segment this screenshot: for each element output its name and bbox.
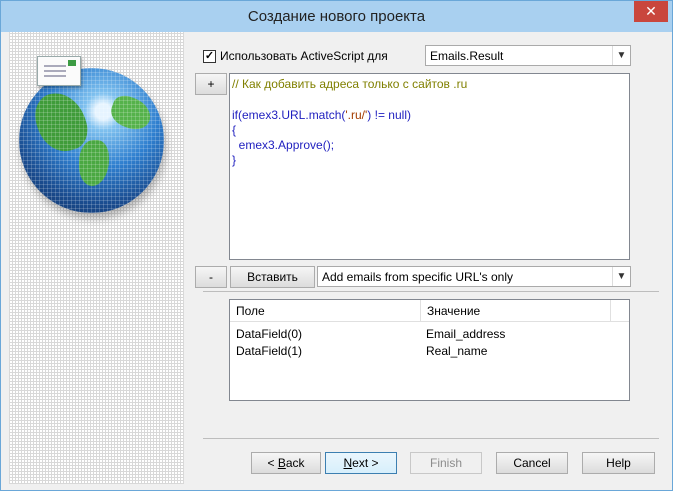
next-button[interactable]: Next > — [325, 452, 397, 474]
script-template-select[interactable]: Add emails from specific URL's only ▼ — [317, 266, 631, 287]
finish-button[interactable]: Finish — [410, 452, 482, 474]
code-line: } — [232, 153, 237, 167]
use-activescript-label: Использовать ActiveScript для — [220, 49, 388, 63]
column-header-value[interactable]: Значение — [420, 300, 610, 322]
use-activescript-option[interactable]: ✓ Использовать ActiveScript для — [203, 47, 388, 65]
insert-button[interactable]: Вставить — [230, 266, 315, 288]
back-label-rest: ack — [285, 456, 305, 470]
table-cell[interactable]: DataField(0) — [236, 326, 302, 343]
column-header-spacer — [610, 300, 629, 322]
string-literal: '.ru/' — [345, 108, 368, 122]
globe-icon — [15, 46, 165, 231]
chevron-down-icon[interactable]: ▼ — [612, 46, 630, 65]
use-activescript-checkbox[interactable]: ✓ — [203, 49, 216, 63]
code-line: if(emex3.URL.match('.ru/') != null) — [232, 108, 411, 122]
script-template-value: Add emails from specific URL's only — [322, 270, 514, 284]
field-mapping-table[interactable]: Поле Значение DataField(0) Email_address… — [229, 299, 630, 401]
target-field-value: Emails.Result — [430, 49, 504, 63]
chevron-down-icon[interactable]: ▼ — [612, 267, 630, 286]
dialog-window: Создание нового проекта ✕ ✓ Использовать… — [0, 0, 673, 491]
divider — [203, 438, 659, 439]
target-field-select[interactable]: Emails.Result ▼ — [425, 45, 631, 66]
table-cell[interactable]: DataField(1) — [236, 343, 302, 360]
table-cell[interactable]: Email_address — [426, 326, 505, 343]
back-label-mnemonic: B — [277, 456, 286, 470]
script-editor[interactable]: // Как добавить адреса только с сайтов .… — [229, 73, 630, 260]
table-cell[interactable]: Real_name — [426, 343, 487, 360]
add-script-button[interactable]: + — [195, 73, 227, 95]
divider — [203, 291, 659, 292]
next-label-rest: ext > — [352, 456, 379, 470]
title-bar: Создание нового проекта ✕ — [1, 1, 672, 32]
back-label-prefix: < — [267, 456, 278, 470]
code-line: emex3.Approve(); — [232, 138, 335, 152]
remove-script-button[interactable]: - — [195, 266, 227, 288]
next-label-mnemonic: N — [343, 456, 353, 470]
window-title: Создание нового проекта — [247, 8, 426, 25]
cancel-button[interactable]: Cancel — [496, 452, 568, 474]
back-button[interactable]: < Back — [251, 452, 321, 474]
wizard-side-image — [9, 32, 184, 484]
code-line: // Как добавить адреса только с сайтов .… — [232, 77, 468, 91]
close-button[interactable]: ✕ — [634, 1, 668, 22]
help-button[interactable]: Help — [582, 452, 655, 474]
code-line: { — [232, 123, 237, 137]
envelope-icon — [37, 56, 81, 86]
column-header-field[interactable]: Поле — [230, 300, 420, 322]
